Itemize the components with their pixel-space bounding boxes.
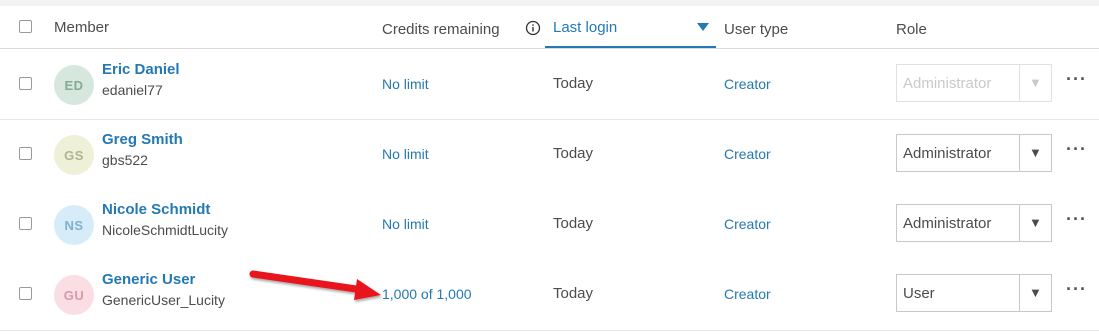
- header-member[interactable]: Member: [54, 19, 109, 36]
- chevron-down-icon: ▼: [1029, 75, 1042, 90]
- member-name-link[interactable]: Generic User: [102, 271, 195, 288]
- select-divider: [1019, 135, 1020, 171]
- select-divider: [1019, 205, 1020, 241]
- member-name-link[interactable]: Greg Smith: [102, 131, 183, 148]
- last-login-value: Today: [553, 145, 594, 162]
- row-checkbox[interactable]: [19, 217, 32, 230]
- more-horizontal-icon[interactable]: ···: [1066, 209, 1087, 230]
- header-role[interactable]: Role: [896, 21, 927, 38]
- user-type-link[interactable]: Creator: [724, 286, 771, 302]
- credits-remaining-link[interactable]: No limit: [382, 216, 429, 232]
- table-row: NS Nicole Schmidt NicoleSchmidtLucity No…: [0, 190, 1099, 261]
- header-user-type[interactable]: User type: [724, 21, 788, 38]
- last-login-value: Today: [553, 285, 594, 302]
- avatar: ED: [54, 65, 94, 105]
- active-sort-underline: [545, 46, 716, 48]
- credits-remaining-link[interactable]: 1,000 of 1,000: [382, 286, 472, 302]
- user-type-link[interactable]: Creator: [724, 216, 771, 232]
- chevron-down-icon[interactable]: ▼: [1029, 285, 1042, 300]
- header-last-login[interactable]: Last login: [553, 19, 617, 36]
- avatar: GU: [54, 275, 94, 315]
- table-row: GS Greg Smith gbs522 No limit Today Crea…: [0, 120, 1099, 191]
- more-horizontal-icon[interactable]: ···: [1066, 69, 1087, 90]
- credits-remaining-link[interactable]: No limit: [382, 76, 429, 92]
- table-row: GU Generic User GenericUser_Lucity 1,000…: [0, 260, 1099, 331]
- select-divider: [1019, 65, 1020, 101]
- table-row: ED Eric Daniel edaniel77 No limit Today …: [0, 49, 1099, 120]
- chevron-down-icon[interactable]: ▼: [1029, 215, 1042, 230]
- member-username: NicoleSchmidtLucity: [102, 222, 229, 238]
- info-circle-icon[interactable]: [525, 20, 541, 36]
- row-checkbox[interactable]: [19, 287, 32, 300]
- more-horizontal-icon[interactable]: ···: [1066, 139, 1087, 160]
- sort-descending-icon[interactable]: [697, 23, 709, 31]
- red-arrow-annotation: [249, 270, 381, 300]
- credits-remaining-link[interactable]: No limit: [382, 146, 429, 162]
- table-header: Member Credits remaining Last login User…: [0, 6, 1099, 49]
- role-select-value: Administrator: [903, 75, 992, 92]
- role-select[interactable]: User ▼: [896, 274, 1052, 312]
- role-select-value: User: [903, 285, 935, 302]
- last-login-value: Today: [553, 75, 594, 92]
- select-all-checkbox[interactable]: [19, 20, 32, 33]
- header-credits-remaining[interactable]: Credits remaining: [382, 21, 500, 38]
- role-select[interactable]: Administrator ▼: [896, 134, 1052, 172]
- member-username: GenericUser_Lucity: [102, 292, 225, 308]
- member-username: gbs522: [102, 152, 148, 168]
- member-name-link[interactable]: Eric Daniel: [102, 61, 180, 78]
- row-checkbox[interactable]: [19, 77, 32, 90]
- avatar: NS: [54, 205, 94, 245]
- more-horizontal-icon[interactable]: ···: [1066, 279, 1087, 300]
- role-select-value: Administrator: [903, 215, 992, 232]
- user-type-link[interactable]: Creator: [724, 76, 771, 92]
- chevron-down-icon[interactable]: ▼: [1029, 145, 1042, 160]
- role-select: Administrator ▼: [896, 64, 1052, 102]
- avatar: GS: [54, 135, 94, 175]
- member-name-link[interactable]: Nicole Schmidt: [102, 201, 210, 218]
- select-divider: [1019, 275, 1020, 311]
- row-checkbox[interactable]: [19, 147, 32, 160]
- member-username: edaniel77: [102, 82, 163, 98]
- last-login-value: Today: [553, 215, 594, 232]
- role-select[interactable]: Administrator ▼: [896, 204, 1052, 242]
- role-select-value: Administrator: [903, 145, 992, 162]
- user-type-link[interactable]: Creator: [724, 146, 771, 162]
